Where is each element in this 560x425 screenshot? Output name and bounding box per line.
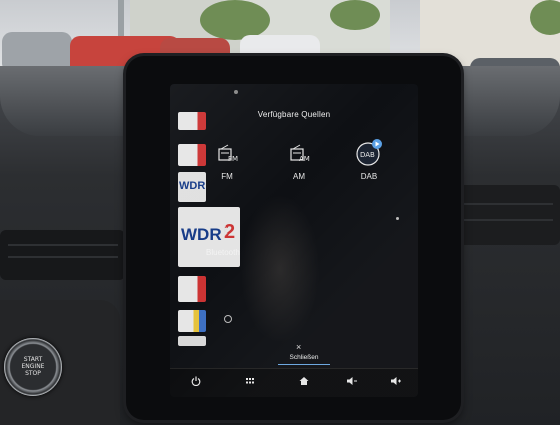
source-label-fm: FM [221,172,233,181]
parked-car [2,32,72,68]
start-stop-label: START ENGINE STOP [21,356,45,377]
car-interior-photo: START ENGINE STOP Verfügbare Quellen WDR… [0,0,560,425]
source-label-am: AM [293,172,305,181]
volume-down-icon[interactable] [342,376,362,389]
station-thumbnail[interactable] [178,144,206,166]
station-logo-large[interactable]: WDR 2 [178,207,240,267]
svg-text:AM: AM [299,155,310,163]
source-label-bluetooth[interactable]: Bluetooth [206,248,240,257]
air-vent-right [455,185,560,245]
radio-am-icon[interactable]: AM [290,144,312,169]
radio-option-ring[interactable] [224,315,232,323]
station-thumbnail[interactable] [178,336,206,346]
station-logo-text: WDR [181,225,222,244]
apps-grid-icon[interactable] [240,376,260,389]
source-label-dab: DAB [360,172,378,181]
radio-dab-icon[interactable]: DAB [354,138,384,173]
page-title: Verfügbare Quellen [257,110,331,119]
close-button[interactable]: Schließen [278,354,330,361]
power-icon[interactable] [186,376,206,389]
station-thumbnail[interactable] [178,310,206,332]
tree [200,0,270,40]
station-thumbnail[interactable]: WDR [178,172,206,202]
volume-up-icon[interactable] [386,376,406,389]
svg-text:FM: FM [228,155,238,163]
indicator-dot [396,217,399,220]
station-logo-text: WDR [179,180,206,192]
close-icon[interactable]: × [296,342,301,352]
station-thumbnail[interactable] [178,276,206,302]
air-vent-left [0,230,125,280]
radio-fm-icon[interactable]: FM [218,144,240,169]
station-thumbnail[interactable] [178,112,206,130]
tree [330,0,380,30]
bottom-navbar [170,368,418,397]
infotainment-screen: Verfügbare Quellen WDR WDR 2 FM FM AM AM… [170,84,418,397]
close-underline [278,364,330,365]
svg-text:DAB: DAB [360,151,375,159]
screen-reflection [240,194,320,344]
home-icon[interactable] [294,376,314,389]
status-dot [234,90,238,94]
bluetooth-icon[interactable]: ᛒ [222,224,229,238]
